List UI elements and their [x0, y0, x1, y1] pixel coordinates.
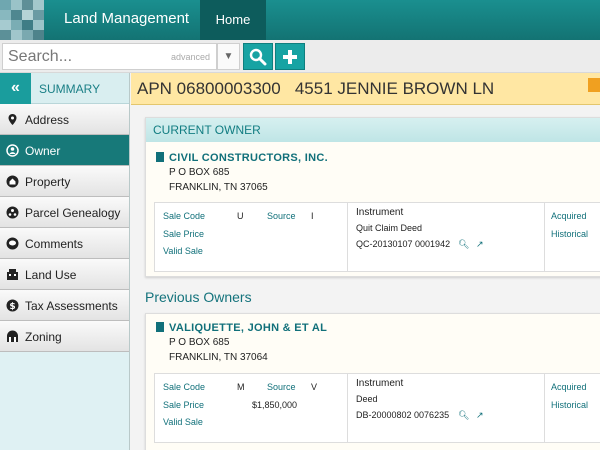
previous-owner-card: VALIQUETTE, JOHN & ET AL P O BOX 685 FRA… [145, 313, 600, 450]
acquired-link[interactable]: Acquired [551, 382, 587, 392]
sidebar-item-label: Property [25, 175, 71, 189]
person-icon [6, 144, 19, 157]
sidebar-item-owner[interactable]: Owner [0, 135, 129, 166]
owner-address-line1: P O BOX 685 [169, 167, 230, 178]
house-icon [6, 175, 19, 188]
sale-code-label: Sale Code [163, 382, 206, 392]
instrument-type: Quit Claim Deed [356, 223, 423, 233]
instrument-label: Instrument [356, 207, 404, 218]
search-input[interactable] [8, 47, 158, 67]
chevron-down-icon: ▼ [223, 51, 234, 62]
sidebar: « SUMMARY Address Owner Property Parcel … [0, 73, 130, 450]
dollar-icon: $ [6, 299, 19, 312]
historical-link[interactable]: Historical [551, 400, 588, 410]
owner-name-row[interactable]: CIVIL CONSTRUCTORS, INC. [156, 152, 328, 164]
current-owner-header: CURRENT OWNER [146, 118, 600, 142]
svg-text:$: $ [9, 302, 15, 312]
parcel-title: APN 06800003300 4551 JENNIE BROWN LN [137, 79, 495, 98]
search-icon [249, 48, 267, 65]
double-chevron-left-icon: « [11, 79, 20, 96]
instrument-label: Instrument [356, 378, 404, 389]
owner-name: VALIQUETTE, JOHN & ET AL [169, 322, 328, 334]
parcel-header: APN 06800003300 4551 JENNIE BROWN LN [131, 73, 600, 105]
search-icon[interactable]: 🔍︎ [458, 410, 469, 421]
sale-code-value: U [237, 211, 244, 221]
app-title: Land Management [64, 10, 190, 27]
search-icon[interactable]: 🔍︎ [458, 239, 469, 250]
search-button[interactable] [243, 43, 273, 70]
instrument-number: QC-20130107 0001942 [356, 239, 451, 249]
document-icon [156, 152, 164, 162]
document-icon [156, 322, 164, 332]
owner-address-line2: FRANKLIN, TN 37064 [169, 352, 268, 363]
valid-sale-label: Valid Sale [163, 246, 203, 256]
sidebar-item-tax-assessments[interactable]: $ Tax Assessments [0, 290, 129, 321]
sidebar-item-comments[interactable]: Comments [0, 228, 129, 259]
sale-price-value: $1,850,000 [252, 400, 298, 410]
instrument-type: Deed [356, 394, 378, 404]
external-link-icon[interactable]: ↗ [476, 410, 484, 421]
advanced-search-link[interactable]: advanced [171, 52, 210, 62]
sidebar-item-address[interactable]: Address [0, 104, 129, 135]
map-pin-icon [8, 114, 17, 125]
search-dropdown-button[interactable]: ▼ [217, 43, 240, 70]
sale-info-column: Sale Code M Source V Sale Price $1,850,0… [155, 374, 348, 442]
summary-label[interactable]: SUMMARY [39, 82, 100, 96]
sidebar-item-label: Parcel Genealogy [25, 206, 121, 220]
current-owner-card: CURRENT OWNER CIVIL CONSTRUCTORS, INC. P… [145, 117, 600, 277]
instrument-column: Instrument Quit Claim Deed QC-20130107 0… [348, 203, 545, 271]
sale-detail-panel: Sale Code M Source V Sale Price $1,850,0… [154, 373, 600, 443]
top-bar: Land Management Home [0, 0, 600, 40]
app-logo [0, 0, 44, 40]
owner-name-row[interactable]: VALIQUETTE, JOHN & ET AL [156, 322, 327, 334]
zoning-icon [7, 330, 18, 342]
owner-name: CIVIL CONSTRUCTORS, INC. [169, 152, 328, 164]
sale-code-label: Sale Code [163, 211, 206, 221]
summary-row: « SUMMARY [0, 73, 129, 104]
historical-link[interactable]: Historical [551, 229, 588, 239]
source-value: V [311, 382, 318, 392]
sidebar-item-land-use[interactable]: Land Use [0, 259, 129, 290]
genealogy-icon [6, 206, 19, 219]
owner-address-line1: P O BOX 685 [169, 337, 230, 348]
main-content: APN 06800003300 4551 JENNIE BROWN LN CUR… [131, 73, 600, 450]
sale-info-column: Sale Code U Source I Sale Price Valid Sa… [155, 203, 348, 271]
tab-home[interactable]: Home [200, 0, 266, 40]
search-box: advanced [2, 43, 217, 70]
instrument-number: DB-20000802 0076235 [356, 410, 450, 420]
add-button[interactable] [275, 43, 305, 70]
owner-address-line2: FRANKLIN, TN 37065 [169, 182, 268, 193]
source-label: Source [267, 211, 296, 221]
sidebar-item-label: Owner [25, 144, 61, 158]
acquired-link[interactable]: Acquired [551, 211, 587, 221]
sidebar-item-label: Zoning [25, 330, 62, 344]
sidebar-item-label: Tax Assessments [25, 299, 118, 313]
sale-price-label: Sale Price [163, 229, 205, 239]
collapse-sidebar-button[interactable]: « [0, 73, 31, 104]
sale-detail-panel: Sale Code U Source I Sale Price Valid Sa… [154, 202, 600, 272]
external-link-icon[interactable]: ↗ [476, 239, 484, 250]
ownership-type-column: Acquired Historical [545, 203, 600, 271]
valid-sale-label: Valid Sale [163, 417, 203, 427]
ownership-type-column: Acquired Historical [545, 374, 600, 442]
sale-code-value: M [237, 382, 245, 392]
parcel-tag-badge[interactable] [588, 78, 600, 92]
sidebar-item-label: Address [25, 113, 70, 127]
source-value: I [311, 211, 314, 221]
sale-price-label: Sale Price [163, 400, 205, 410]
sidebar-item-label: Comments [25, 237, 84, 251]
plus-icon [283, 49, 297, 64]
sidebar-item-zoning[interactable]: Zoning [0, 321, 129, 352]
previous-owners-title: Previous Owners [145, 289, 252, 305]
instrument-column: Instrument Deed DB-20000802 0076235 🔍︎ ↗ [348, 374, 545, 442]
source-label: Source [267, 382, 296, 392]
sidebar-item-label: Land Use [25, 268, 77, 282]
building-icon [7, 269, 18, 280]
comment-icon [6, 237, 19, 250]
search-bar: advanced ▼ [0, 40, 600, 73]
sidebar-item-parcel-genealogy[interactable]: Parcel Genealogy [0, 197, 129, 228]
sidebar-item-property[interactable]: Property [0, 166, 129, 197]
